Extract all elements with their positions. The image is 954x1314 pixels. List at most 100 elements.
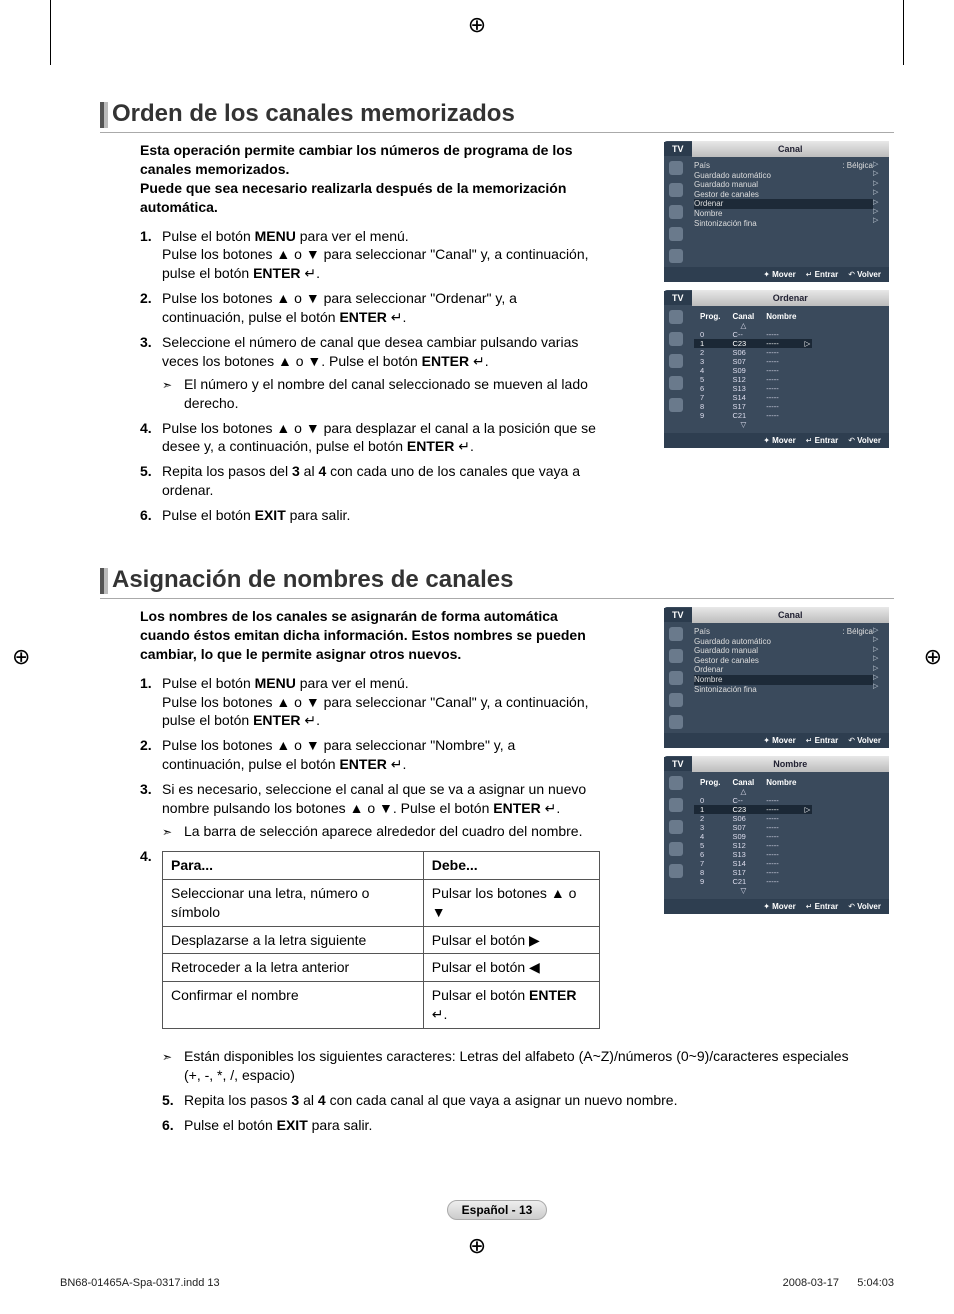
osd-title: Canal: [692, 607, 889, 623]
table-cell: Pulsar los botones ▲ o ▼: [423, 879, 599, 926]
step-body: Pulse los botones ▲ o ▼ para seleccionar…: [162, 736, 600, 774]
note-text: Están disponibles los siguientes caracte…: [184, 1047, 862, 1085]
osd-col-head: Prog.: [694, 312, 726, 321]
osd-footer: ✦ Mover↵ Entrar↶ Volver: [664, 899, 889, 914]
section-intro: Los nombres de los canales se asignarán …: [140, 607, 600, 664]
osd-ordenar-list: TVOrdenar Prog.CanalNombre△0C-------1C23-…: [664, 290, 889, 448]
osd-menu-item: País: Bélgica: [694, 627, 873, 637]
table-cell: Seleccionar una letra, número o símbolo: [163, 879, 424, 926]
osd-tab: TV: [664, 142, 692, 156]
osd-title: Nombre: [692, 756, 889, 772]
step-number: 6.: [162, 1116, 184, 1135]
step-body: Repita los pasos del 3 al 4 con cada uno…: [162, 462, 600, 500]
page-badge: Español - 13: [447, 1200, 548, 1220]
osd-list-row: 0C-------: [694, 330, 812, 339]
osd-foot-move: ✦ Mover: [763, 736, 796, 745]
table-cell: Desplazarse a la letra siguiente: [163, 926, 424, 954]
osd-col-head: Canal: [726, 778, 760, 787]
osd-canal-menu: TVCanalPaís: BélgicaGuardado automáticoG…: [664, 141, 889, 282]
osd-list-row: 2S06-----: [694, 814, 812, 823]
step-number: 6.: [140, 506, 162, 525]
osd-list-row: 9C21-----: [694, 877, 812, 886]
step-body: Si es necesario, seleccione el canal al …: [162, 780, 600, 841]
osd-footer: ✦ Mover↵ Entrar↶ Volver: [664, 433, 889, 448]
steps-list: 1.Pulse el botón MENU para ver el menú.P…: [140, 227, 600, 525]
step-body: Pulse el botón EXIT para salir.: [184, 1116, 862, 1135]
table-cell: Retroceder a la letra anterior: [163, 954, 424, 982]
osd-foot-back: ↶ Volver: [848, 436, 881, 445]
table-header: Debe...: [423, 851, 599, 879]
print-mark-icon: ⊕: [468, 12, 486, 38]
osd-list-row: 7S14-----: [694, 393, 812, 402]
osd-tab: TV: [664, 757, 692, 771]
sub-note: La barra de selección aparece alrededor …: [184, 822, 600, 841]
step-number: 3.: [140, 780, 162, 841]
osd-footer: ✦ Mover ↵ Entrar ↶ Volver: [664, 733, 889, 748]
osd-menu-item: Guardado automático: [694, 637, 873, 647]
osd-menu-item: Gestor de canales: [694, 656, 873, 666]
osd-list-row: 3S07-----: [694, 357, 812, 366]
osd-list-row: 5S12-----: [694, 375, 812, 384]
print-mark-icon: ⊕: [924, 644, 942, 670]
step-body: Pulse el botón MENU para ver el menú.Pul…: [162, 674, 600, 731]
section-intro: Esta operación permite cambiar los númer…: [140, 141, 580, 217]
osd-menu-item: Guardado manual: [694, 180, 873, 190]
osd-menu-item: Gestor de canales: [694, 190, 873, 200]
osd-list-row: 0C-------: [694, 796, 812, 805]
osd-menu-item: Guardado manual: [694, 646, 873, 656]
step-number: 3.: [140, 333, 162, 413]
footer-left: BN68-01465A-Spa-0317.indd 13: [60, 1277, 220, 1289]
note-arrow-icon: ➣: [162, 375, 184, 413]
osd-list-row: 6S13-----: [694, 850, 812, 859]
step-body: Repita los pasos 3 al 4 con cada canal a…: [184, 1091, 862, 1110]
osd-foot-enter: ↵ Entrar: [806, 270, 839, 279]
osd-list-row: 1C23-----▷: [694, 805, 812, 814]
osd-tab: TV: [664, 291, 692, 305]
step-body: Pulse los botones ▲ o ▼ para desplazar e…: [162, 419, 600, 457]
osd-menu-item: Sintonización fina: [694, 219, 873, 229]
osd-foot-back: ↶ Volver: [848, 736, 881, 745]
step-number: 5.: [162, 1091, 184, 1110]
osd-foot-enter: ↵ Entrar: [806, 736, 839, 745]
osd-menu-item: Ordenar: [694, 665, 873, 675]
osd-list-row: 3S07-----: [694, 823, 812, 832]
osd-list-row: 5S12-----: [694, 841, 812, 850]
crop-mark: [903, 0, 904, 65]
print-mark-icon: ⊕: [12, 644, 30, 670]
step-number: 4.: [140, 419, 162, 457]
step-body: Pulse el botón MENU para ver el menú.Pul…: [162, 227, 600, 284]
step-number: 4.: [140, 847, 162, 1029]
osd-list-row: 9C21-----: [694, 411, 812, 420]
osd-list-row: 8S17-----: [694, 868, 812, 877]
osd-title: Canal: [692, 141, 889, 157]
footer-right: 2008-03-17 5:04:03: [783, 1277, 894, 1289]
section-accent-bar: [100, 568, 108, 594]
osd-menu-item: País: Bélgica: [694, 161, 873, 171]
osd-tab: TV: [664, 608, 692, 622]
table-cell: Pulsar el botón ◀: [423, 954, 599, 982]
table-cell: Pulsar el botón ENTER ↵.: [423, 982, 599, 1029]
osd-foot-back: ↶ Volver: [848, 902, 881, 911]
note-row: ➣ Están disponibles los siguientes carac…: [162, 1047, 862, 1085]
section-title: Asignación de nombres de canales: [112, 566, 513, 594]
osd-nombre-list: TVNombre Prog.CanalNombre△0C-------1C23--…: [664, 756, 889, 914]
osd-list-row: 7S14-----: [694, 859, 812, 868]
osd-sidebar-icons: [664, 772, 688, 899]
osd-col-head: Canal: [726, 312, 760, 321]
step-body: Pulse el botón EXIT para salir.: [162, 506, 600, 525]
note-arrow-icon: ➣: [162, 1047, 184, 1085]
osd-foot-back: ↶ Volver: [848, 270, 881, 279]
steps-list: 5.Repita los pasos 3 al 4 con cada canal…: [162, 1091, 862, 1135]
step-number: 5.: [140, 462, 162, 500]
action-table: Para... Debe... Seleccionar una letra, n…: [162, 851, 600, 1029]
osd-foot-move: ✦ Mover: [763, 902, 796, 911]
osd-list-row: 8S17-----: [694, 402, 812, 411]
step-number: 2.: [140, 736, 162, 774]
osd-channel-table: Prog.CanalNombre△0C-------1C23-----▷2S06…: [694, 312, 812, 429]
osd-menu-item: Ordenar: [694, 199, 873, 209]
step-number: 1.: [140, 674, 162, 731]
osd-sidebar-icons: [664, 306, 688, 433]
osd-channel-table: Prog.CanalNombre△0C-------1C23-----▷2S06…: [694, 778, 812, 895]
osd-list-row: 2S06-----: [694, 348, 812, 357]
osd-title: Ordenar: [692, 290, 889, 306]
